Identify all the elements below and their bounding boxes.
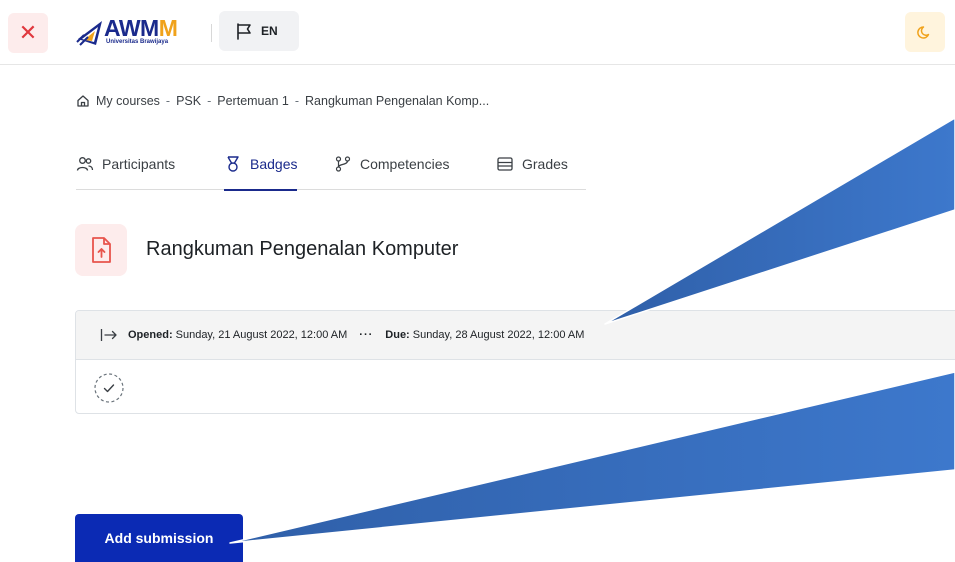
moon-icon	[917, 26, 930, 39]
completion-check-icon[interactable]	[92, 371, 126, 405]
annotation-callouts	[229, 117, 955, 544]
course-tabs: Participants Badges Competencies Grades	[76, 138, 586, 191]
breadcrumb-my-courses[interactable]: My courses	[96, 94, 160, 108]
breadcrumb-separator: -	[207, 94, 212, 108]
breadcrumb-course[interactable]: PSK	[176, 94, 201, 108]
site-logo[interactable]: AWMM Universitas Brawijaya	[76, 15, 194, 51]
tab-label: Competencies	[360, 156, 450, 172]
language-label: EN	[261, 24, 278, 38]
breadcrumb: My courses - PSK - Pertemuan 1 - Rangkum…	[76, 94, 489, 108]
breadcrumb-separator: -	[165, 94, 171, 108]
add-submission-button[interactable]: Add submission	[75, 514, 243, 562]
close-button[interactable]: ✕	[8, 13, 48, 53]
top-navbar: ✕ AWMM Universitas Brawijaya EN	[0, 0, 955, 65]
breadcrumb-section[interactable]: Pertemuan 1	[217, 94, 289, 108]
navbar-divider	[211, 24, 212, 42]
page-title: Rangkuman Pengenalan Komputer	[146, 238, 459, 260]
file-upload-icon	[75, 224, 127, 276]
competencies-icon	[334, 155, 352, 173]
badge-icon	[224, 155, 242, 173]
participants-icon	[76, 155, 94, 173]
opened-date: Sunday, 21 August 2022, 12:00 AM	[175, 329, 348, 341]
close-icon: ✕	[18, 20, 38, 45]
breadcrumb-activity[interactable]: Rangkuman Pengenalan Komp...	[305, 94, 489, 108]
home-icon[interactable]	[76, 94, 90, 108]
activity-dates: Opened: Sunday, 21 August 2022, 12:00 AM…	[76, 311, 955, 360]
dark-mode-toggle[interactable]	[905, 12, 945, 52]
due-date: Sunday, 28 August 2022, 12:00 AM	[412, 329, 585, 341]
activity-dates-card: Opened: Sunday, 21 August 2022, 12:00 AM…	[75, 310, 955, 414]
language-selector[interactable]: EN	[219, 11, 299, 51]
tab-competencies[interactable]: Competencies	[334, 138, 450, 190]
breadcrumb-separator: -	[294, 94, 300, 108]
tab-label: Grades	[522, 156, 568, 172]
tab-grades[interactable]: Grades	[496, 138, 568, 190]
logo-mark-icon	[76, 21, 102, 46]
opened-label: Opened:	[128, 329, 173, 341]
callout-pointer-dates	[604, 117, 955, 325]
tab-label: Participants	[102, 156, 176, 172]
logo-subtitle: Universitas Brawijaya	[106, 39, 169, 45]
due-label: Due:	[385, 329, 410, 341]
tab-badges[interactable]: Badges	[224, 138, 298, 191]
flag-icon	[237, 23, 251, 40]
logo-wordmark: AWMM	[104, 15, 178, 41]
tab-participants[interactable]: Participants	[76, 138, 175, 190]
grades-icon	[496, 155, 514, 173]
open-arrow-icon	[100, 328, 118, 342]
tab-label: Badges	[250, 156, 298, 172]
dates-separator: ···	[359, 329, 374, 341]
